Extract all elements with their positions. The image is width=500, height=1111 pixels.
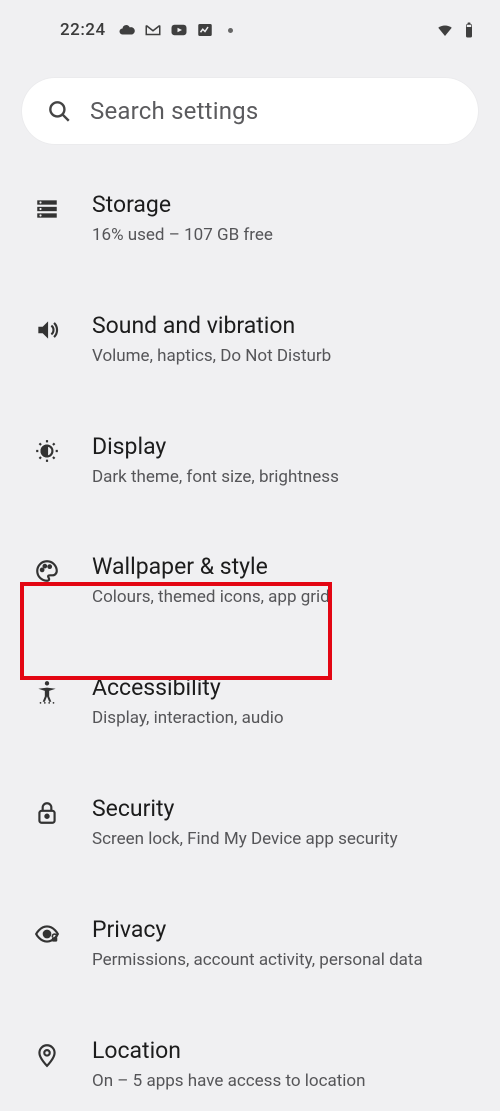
item-subtitle: On – 5 apps have access to location [92,1070,478,1093]
settings-item-display[interactable]: Display Dark theme, font size, brightnes… [0,414,500,507]
status-bar-right [436,21,478,39]
chart-icon [196,21,214,39]
storage-icon [22,190,72,222]
settings-item-accessibility[interactable]: Accessibility Display, interaction, audi… [0,655,500,748]
wifi-icon [436,21,454,39]
item-subtitle: Permissions, account activity, personal … [92,949,478,972]
item-title: Privacy [92,915,478,945]
item-subtitle: Volume, haptics, Do Not Disturb [92,345,478,368]
gmail-icon [144,21,162,39]
clock: 22:24 [60,20,106,40]
lock-icon [22,794,72,826]
item-subtitle: Display, interaction, audio [92,707,478,730]
youtube-icon [170,21,188,39]
search-placeholder: Search settings [90,97,258,125]
palette-icon [22,552,72,584]
item-title: Display [92,432,478,462]
item-subtitle: Screen lock, Find My Device app security [92,828,478,851]
settings-item-security[interactable]: Security Screen lock, Find My Device app… [0,776,500,869]
accessibility-icon [22,673,72,705]
location-icon [22,1036,72,1068]
cloud-icon [118,21,136,39]
search-settings-bar[interactable]: Search settings [22,78,478,144]
settings-item-location[interactable]: Location On – 5 apps have access to loca… [0,1018,500,1111]
item-title: Storage [92,190,478,220]
more-notifications-dot [228,28,233,33]
item-title: Wallpaper & style [92,552,478,582]
status-bar: 22:24 [0,0,500,56]
settings-item-privacy[interactable]: Privacy Permissions, account activity, p… [0,897,500,990]
privacy-icon [22,915,72,947]
item-subtitle: Dark theme, font size, brightness [92,466,478,489]
settings-item-wallpaper[interactable]: Wallpaper & style Colours, themed icons,… [0,534,500,627]
settings-list: Storage 16% used – 107 GB free Sound and… [0,144,500,1111]
settings-item-sound[interactable]: Sound and vibration Volume, haptics, Do … [0,293,500,386]
status-bar-left: 22:24 [60,20,233,40]
battery-icon [460,21,478,39]
sound-icon [22,311,72,343]
item-title: Security [92,794,478,824]
search-icon [46,98,72,124]
settings-item-storage[interactable]: Storage 16% used – 107 GB free [0,172,500,265]
item-title: Location [92,1036,478,1066]
item-title: Accessibility [92,673,478,703]
display-icon [22,432,72,464]
item-subtitle: Colours, themed icons, app grid [92,586,478,609]
item-title: Sound and vibration [92,311,478,341]
item-subtitle: 16% used – 107 GB free [92,224,478,247]
